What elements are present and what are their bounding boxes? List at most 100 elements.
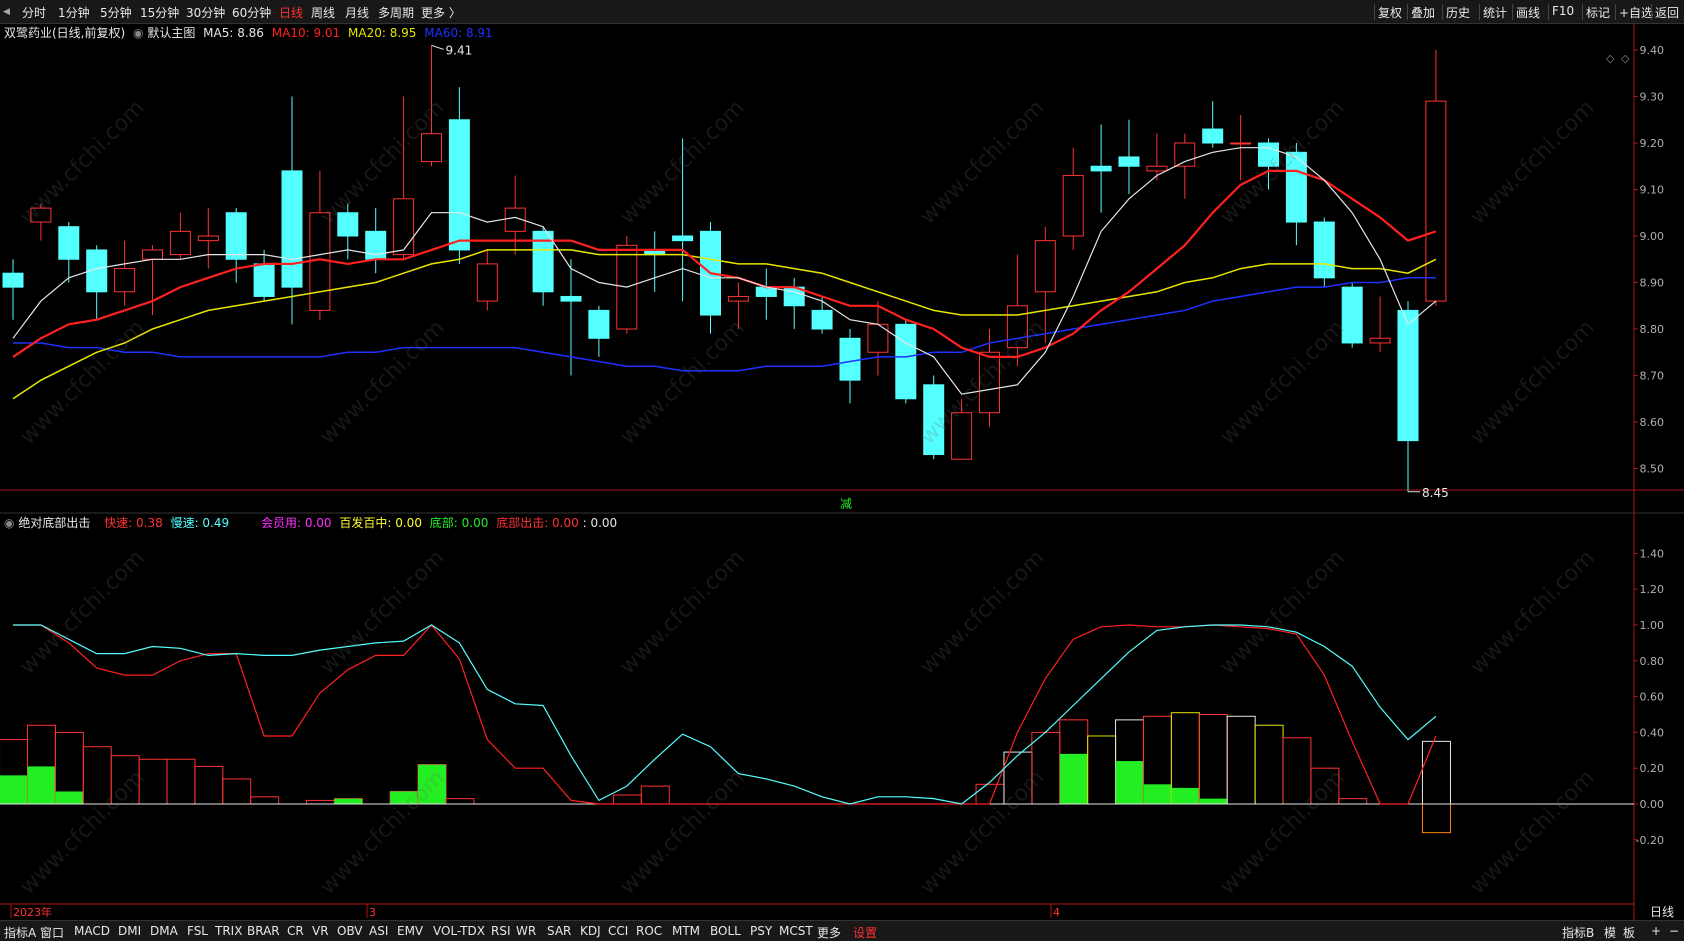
tool-button-2[interactable]: 历史 xyxy=(1446,4,1470,21)
indicator-tab-20[interactable]: MTM xyxy=(672,924,700,938)
indicator-tab-22[interactable]: PSY xyxy=(750,924,772,938)
indicator-bar-outline xyxy=(1087,735,1117,805)
indicator-tab-21[interactable]: BOLL xyxy=(710,924,741,938)
indicator-tab-18[interactable]: CCI xyxy=(608,924,628,938)
indicator-tick-label: 0.60 xyxy=(1640,691,1665,704)
indicator-tab-7[interactable]: BRAR xyxy=(247,924,280,938)
indicator-tab-1[interactable]: 窗口 xyxy=(40,924,64,941)
indicator-tab-11[interactable]: ASI xyxy=(369,924,388,938)
tool-button-4[interactable]: 画线 xyxy=(1516,4,1540,21)
period-tab-8[interactable]: 月线 xyxy=(345,4,369,21)
indicator-bar-outline xyxy=(110,755,140,805)
tool-button-0[interactable]: 复权 xyxy=(1378,4,1402,21)
indicator-tab-19[interactable]: ROC xyxy=(636,924,662,938)
low-price-label: 8.45 xyxy=(1422,486,1449,500)
indicator-tab-14[interactable]: RSI xyxy=(491,924,511,938)
indicator-tab-23[interactable]: MCST xyxy=(779,924,813,938)
toolbar-divider xyxy=(1615,4,1616,20)
tool-button-6[interactable]: 标记 xyxy=(1586,4,1610,21)
period-tab-0[interactable]: 分时 xyxy=(22,4,46,21)
indicator-bar-fill xyxy=(1143,784,1172,804)
bottom-right-button-0[interactable]: 指标B xyxy=(1562,924,1594,941)
bottom-right-button-1[interactable]: 模 xyxy=(1604,924,1616,941)
extra-value: : 0.00 xyxy=(582,516,618,530)
indicator-bar-outline xyxy=(166,758,196,805)
bottom-right-button-2[interactable]: 板 xyxy=(1623,924,1635,941)
indicator-bar-fill xyxy=(390,791,419,804)
period-tab-2[interactable]: 5分钟 xyxy=(100,4,132,21)
period-tab-9[interactable]: 多周期 xyxy=(378,4,414,21)
candle-body-up xyxy=(114,268,136,293)
indicator-tab-12[interactable]: EMV xyxy=(397,924,423,938)
candle-body-down xyxy=(811,309,833,330)
tool-button-8[interactable]: 返回 xyxy=(1655,4,1679,21)
indicator-bar-negative xyxy=(1421,803,1451,834)
indicator-tab-5[interactable]: FSL xyxy=(187,924,208,938)
candle-body-down xyxy=(588,309,610,339)
indicator-bar-outline xyxy=(1254,724,1284,805)
indicator-tab-13[interactable]: VOL-TDX xyxy=(433,924,485,938)
candle-body-up xyxy=(1174,142,1196,167)
back-arrow-icon[interactable]: ◀ xyxy=(3,7,10,17)
indicator-tick-label: 0.20 xyxy=(1640,762,1665,775)
indicator-tab-25[interactable]: 设置 xyxy=(853,924,877,941)
date-label: 3 xyxy=(369,906,376,919)
bottom-value: 底部: 0.00 xyxy=(429,516,489,530)
indicator-tab-10[interactable]: OBV xyxy=(337,924,363,938)
high-pointer xyxy=(431,44,444,50)
candle-body-up xyxy=(1062,175,1084,237)
price-tick-label: 9.10 xyxy=(1640,184,1665,197)
price-tick-label: 9.00 xyxy=(1640,230,1665,243)
settings-icon[interactable]: ◉ xyxy=(133,26,143,40)
bottom-right-button-4[interactable]: − xyxy=(1669,924,1679,938)
period-tab-5[interactable]: 60分钟 xyxy=(232,4,271,21)
candle-body-down xyxy=(1397,309,1419,442)
diamond-icon: ◇ xyxy=(1621,52,1630,65)
indicator-tab-6[interactable]: TRIX xyxy=(215,924,242,938)
indicator-name[interactable]: 绝对底部出击 xyxy=(18,516,90,530)
price-tick-label: 8.80 xyxy=(1640,323,1665,336)
toolbar-divider xyxy=(1442,4,1443,20)
high-price-label: 9.41 xyxy=(446,43,473,57)
indicator-bar-outline xyxy=(445,798,475,805)
indicator-tab-16[interactable]: SAR xyxy=(547,924,571,938)
bottom-right-button-3[interactable]: + xyxy=(1651,924,1661,938)
indicator-bar-fill xyxy=(1199,798,1228,804)
indicator-bar-outline xyxy=(1031,731,1061,805)
tool-button-5[interactable]: F10 xyxy=(1552,4,1574,18)
indicator-tab-8[interactable]: CR xyxy=(287,924,304,938)
candle-body-up xyxy=(421,133,442,163)
tool-button-1[interactable]: 叠加 xyxy=(1411,4,1435,21)
indicator-tab-2[interactable]: MACD xyxy=(74,924,110,938)
period-tab-7[interactable]: 周线 xyxy=(311,4,335,21)
indicator-tab-24[interactable]: 更多 xyxy=(817,924,841,941)
sub-chart-info: ◉ 绝对底部出击 快速: 0.38 慢速: 0.49 会员用: 0.00 百发百… xyxy=(4,514,617,531)
indicator-tabs-bar: 指标A 窗口 MACD DMI DMA FSL TRIX BRAR CR VR OBV ASI EMV V… xyxy=(0,920,1684,941)
period-tab-4[interactable]: 30分钟 xyxy=(186,4,225,21)
indicator-bar-outline xyxy=(194,765,224,805)
period-tab-3[interactable]: 15分钟 xyxy=(140,4,179,21)
period-tab-10[interactable]: 更多 〉 xyxy=(421,4,461,21)
indicator-bar-fill xyxy=(418,764,447,804)
indicator-bar-fill xyxy=(1171,787,1200,804)
template-label[interactable]: 默认主图 xyxy=(147,26,195,40)
tool-button-3[interactable]: 统计 xyxy=(1483,4,1507,21)
indicator-settings-icon[interactable]: ◉ xyxy=(4,516,14,530)
indicator-tab-3[interactable]: DMI xyxy=(118,924,141,938)
indicator-tab-4[interactable]: DMA xyxy=(150,924,178,938)
indicator-tick-label: 1.20 xyxy=(1640,583,1665,596)
candle-body-up xyxy=(979,351,1000,414)
candle-body-up xyxy=(30,207,52,223)
indicator-tab-0[interactable]: 指标A xyxy=(4,924,36,941)
period-tab-1[interactable]: 1分钟 xyxy=(58,4,90,21)
indicator-tab-15[interactable]: WR xyxy=(516,924,536,938)
price-tick-label: 9.30 xyxy=(1640,91,1665,104)
candle-body-down xyxy=(560,295,582,302)
indicator-tab-9[interactable]: VR xyxy=(312,924,329,938)
indicator-tick-label: 1.40 xyxy=(1640,547,1665,560)
toolbar-divider xyxy=(1512,4,1513,20)
indicator-tab-17[interactable]: KDJ xyxy=(580,924,601,938)
tool-button-7[interactable]: +自选 xyxy=(1619,4,1653,21)
indicator-bar-outline xyxy=(82,746,112,805)
period-tab-6[interactable]: 日线 xyxy=(279,4,303,21)
